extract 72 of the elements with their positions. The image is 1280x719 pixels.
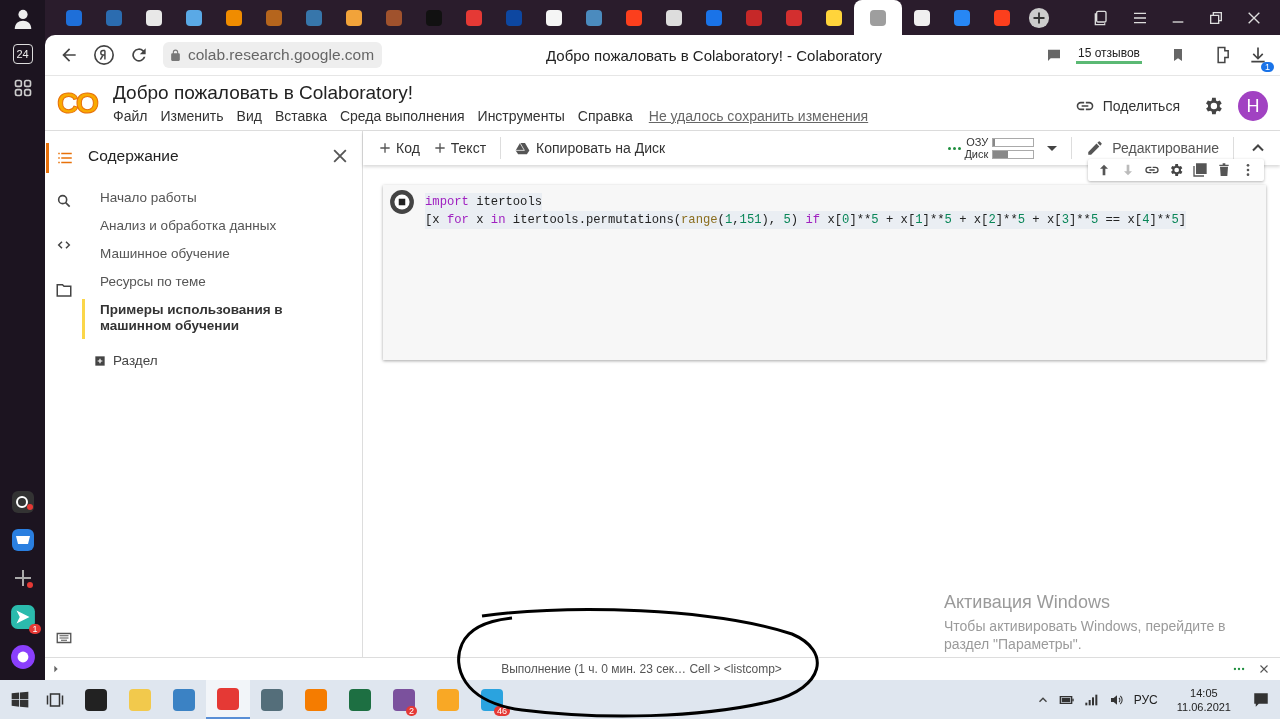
restore-icon[interactable] — [1208, 9, 1224, 26]
folder-icon[interactable] — [54, 281, 73, 299]
download-icon[interactable] — [1248, 45, 1268, 65]
add-box-icon — [93, 353, 107, 368]
drive-icon — [515, 140, 531, 156]
address-field[interactable]: colab.research.google.com — [163, 42, 383, 68]
notebook-title[interactable]: Добро пожаловать в Colaboratory! — [113, 82, 1075, 104]
add-code-button[interactable]: Код — [377, 140, 420, 156]
task-view-icon[interactable] — [46, 690, 64, 709]
editing-mode-button[interactable]: Редактирование — [1086, 139, 1219, 157]
status-dots-icon — [948, 146, 962, 150]
notifications-icon[interactable] — [1252, 690, 1270, 709]
activation-message: Чтобы активировать Windows, перейдите в раздел "Параметры". — [944, 617, 1227, 653]
messenger-icon[interactable] — [9, 604, 36, 630]
dropdown-icon — [1047, 145, 1058, 151]
tabs-icon[interactable] — [1094, 9, 1110, 26]
toc-item[interactable]: Примеры использования в машинном обучении — [82, 298, 362, 340]
input-language[interactable]: РУС — [1133, 692, 1158, 707]
plus-icon — [377, 140, 393, 156]
toc-item[interactable]: Начало работы — [82, 187, 362, 211]
taskbar-app[interactable]: 46 — [470, 680, 514, 719]
resource-label: Диск — [964, 148, 989, 160]
notification-badge: 1 — [29, 624, 41, 634]
menu-item[interactable]: Файл — [113, 108, 148, 124]
toc-item[interactable]: Машинное обучение — [82, 242, 362, 267]
code-cell[interactable]: import itertools [x for x in itertools.permutations(range(1,151), 5) if x[0]**5 + x[1]**5 + x[2]**5 + x[3]**5 == x[4]**5] — [383, 185, 1266, 360]
settings-icon[interactable] — [1168, 162, 1184, 178]
counter-badge[interactable]: 24 — [12, 44, 33, 64]
resources-button[interactable]: ОЗУ Диск — [948, 136, 1058, 160]
reload-icon[interactable] — [129, 45, 149, 65]
market-icon[interactable] — [10, 528, 35, 552]
notification-badge: 46 — [494, 706, 510, 716]
assistant-icon[interactable] — [9, 644, 36, 670]
browser-logo-icon[interactable] — [93, 44, 115, 66]
menu-item[interactable]: Среда выполнения — [339, 108, 465, 124]
activation-title: Активация Windows — [944, 592, 1111, 613]
clock-date: 11.06.2021 — [1176, 699, 1231, 714]
unsaved-changes-link[interactable]: Не удалось сохранить изменения — [648, 108, 869, 124]
share-button[interactable]: Поделиться — [1074, 96, 1180, 116]
menu-item[interactable]: Справка — [577, 108, 633, 124]
resource-label: ОЗУ — [965, 136, 989, 148]
copy-to-drive-button[interactable]: Копировать на Диск — [515, 140, 666, 156]
clock[interactable]: 14:05 11.06.2021 — [1176, 685, 1231, 714]
record-icon[interactable] — [10, 490, 35, 514]
taskbar-app[interactable]: 2 — [382, 680, 426, 719]
menu-item[interactable]: Изменить — [160, 108, 224, 124]
page-title: Добро пожаловать в Colaboratory! - Colaboratory — [545, 46, 884, 64]
start-icon[interactable] — [10, 689, 30, 710]
new-tab-icon[interactable] — [1028, 6, 1050, 29]
toc-item[interactable]: Анализ и обработка данных — [82, 214, 362, 239]
menu-item[interactable]: Инструменты — [477, 108, 565, 124]
lock-icon — [169, 48, 182, 62]
panel-title: Содержание — [88, 147, 179, 165]
search-icon[interactable] — [55, 193, 72, 209]
delete-icon[interactable] — [1216, 162, 1232, 178]
pencil-icon — [1086, 139, 1105, 157]
message-icon[interactable] — [1046, 47, 1062, 63]
grid-icon[interactable] — [12, 78, 33, 98]
add-text-button[interactable]: Текст — [431, 140, 487, 156]
stop-button-icon[interactable] — [389, 189, 415, 215]
clock-time: 14:05 — [1190, 685, 1218, 700]
add-section-button[interactable]: Раздел — [82, 353, 362, 369]
execution-status: Выполнение (1 ч. 0 мин. 23 сек… Cell > <listcomp> — [500, 662, 783, 676]
download-badge: 1 — [1261, 62, 1274, 72]
menu-item[interactable]: Вид — [236, 108, 262, 124]
notification-badge: 2 — [406, 706, 417, 716]
avatar[interactable]: Н — [1238, 91, 1268, 121]
menu-item[interactable]: Вставка — [274, 108, 327, 124]
close-icon[interactable] — [1258, 663, 1270, 675]
toc-item[interactable]: Ресурсы по теме — [82, 270, 362, 295]
mirror-cell-icon[interactable] — [1192, 162, 1208, 178]
reviews-button[interactable]: 15 отзывов — [1076, 46, 1142, 64]
